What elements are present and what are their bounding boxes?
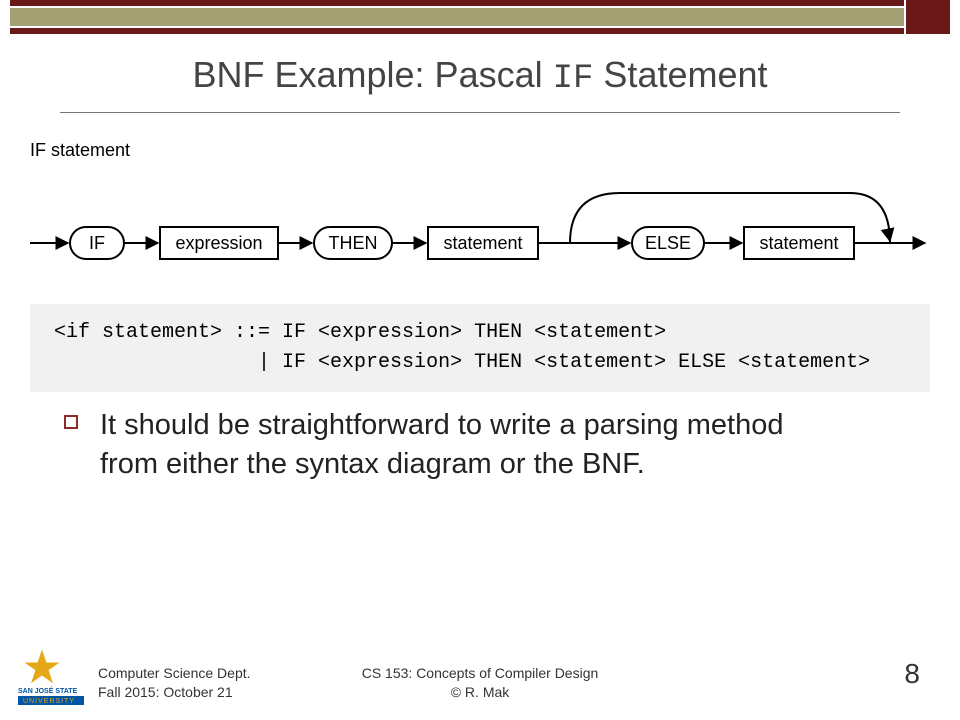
bullet-text: It should be straightforward to write a … [100, 406, 824, 484]
banner-stripe-mid [10, 8, 904, 26]
title-area: BNF Example: Pascal IF Statement [0, 54, 960, 98]
node-expression: expression [175, 233, 262, 253]
footer: SAN JOSÉ STATE UNIVERSITY Computer Scien… [0, 642, 960, 720]
node-then: THEN [329, 233, 378, 253]
slide: BNF Example: Pascal IF Statement IF stat… [0, 0, 960, 720]
diagram-label: IF statement [30, 140, 930, 161]
footer-course: CS 153: Concepts of Compiler Design [0, 664, 960, 683]
bullet-list: It should be straightforward to write a … [64, 406, 824, 484]
footer-copyright: © R. Mak [0, 683, 960, 702]
slide-title: BNF Example: Pascal IF Statement [0, 54, 960, 98]
banner-stripe-top [10, 0, 904, 6]
node-statement-1: statement [443, 233, 522, 253]
title-post: Statement [593, 54, 767, 95]
bullet-item: It should be straightforward to write a … [64, 406, 824, 484]
page-number: 8 [904, 658, 920, 690]
bnf-line-2: | IF <expression> THEN <statement> ELSE … [42, 351, 870, 374]
syntax-diagram: IF statement [30, 140, 930, 286]
top-banner [0, 0, 960, 30]
title-underline [60, 112, 900, 113]
footer-center: CS 153: Concepts of Compiler Design © R.… [0, 664, 960, 702]
node-if: IF [89, 233, 105, 253]
banner-corner-square [906, 0, 950, 34]
title-keyword: IF [553, 60, 594, 98]
bnf-line-1: <if statement> ::= IF <expression> THEN … [42, 321, 666, 344]
bnf-grammar-box: <if statement> ::= IF <expression> THEN … [30, 304, 930, 392]
title-pre: BNF Example: Pascal [192, 54, 552, 95]
bullet-square-icon [64, 415, 78, 429]
node-else: ELSE [645, 233, 691, 253]
banner-stripe-bottom [10, 28, 904, 34]
railroad-svg: IF expression THEN statement ELSE statem… [30, 171, 930, 281]
node-statement-2: statement [759, 233, 838, 253]
